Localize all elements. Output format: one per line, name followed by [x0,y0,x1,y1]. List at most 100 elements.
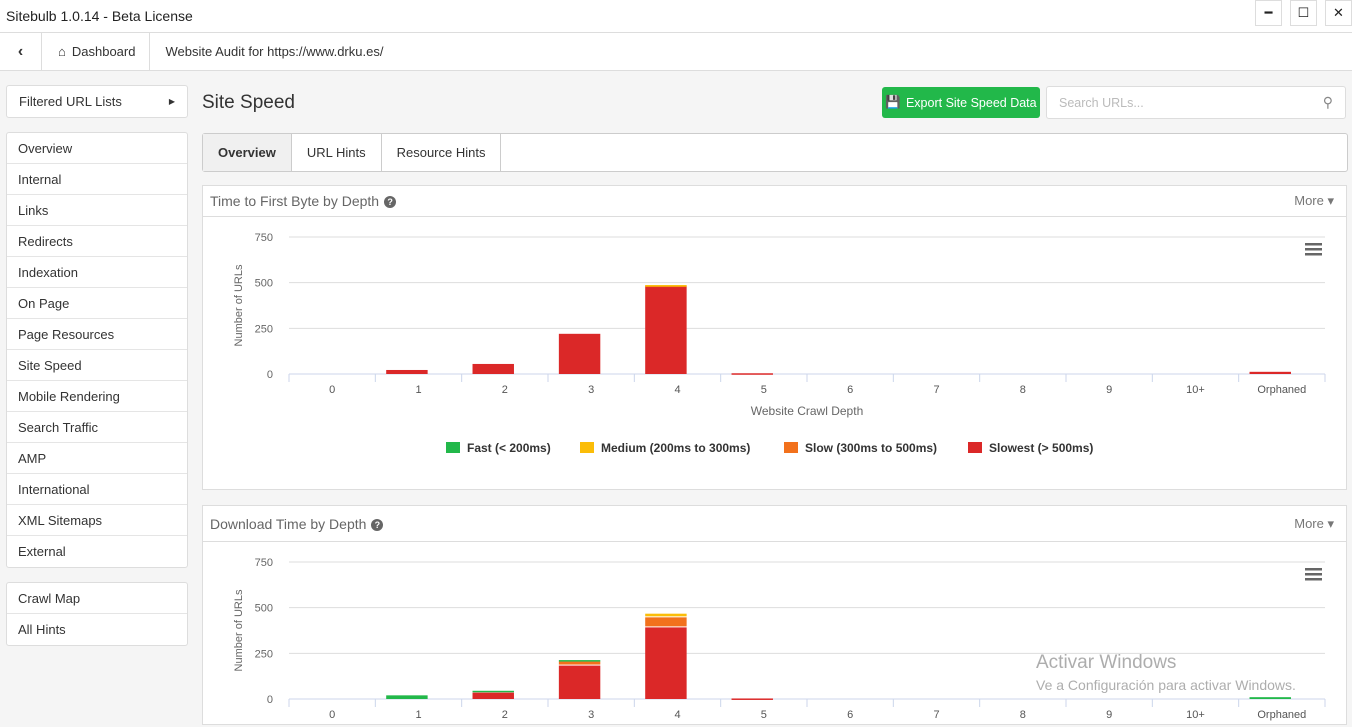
sidebar-item-redirects[interactable]: Redirects [7,226,187,257]
nav-bar: ‹ ⌂ Dashboard Website Audit for https://w… [0,33,1352,71]
legend-item: Fast (< 200ms) [467,441,551,455]
tab-url-hints[interactable]: URL Hints [292,134,382,171]
window-title: Sitebulb 1.0.14 - Beta License [6,8,193,24]
y-tick-label: 750 [255,232,273,244]
watermark-line2: Ve a Configuración para activar Windows. [1036,677,1296,693]
bar-segment [645,613,687,617]
legend-swatch [580,442,594,453]
back-button[interactable]: ‹ [0,33,42,70]
caret-right-icon: ▶ [168,97,175,106]
y-tick-label: 0 [267,369,273,381]
x-tick-label: 7 [933,384,939,396]
more-dropdown[interactable]: More ▾ [1294,516,1334,532]
legend-swatch [784,442,798,453]
x-tick-label: 4 [674,709,680,721]
sidebar-item-on-page[interactable]: On Page [7,288,187,319]
tab-overview[interactable]: Overview [203,134,292,171]
bar-segment [645,627,687,699]
export-label: Export Site Speed Data [905,95,1037,110]
bar-segment [731,373,773,375]
tabs: Overview URL Hints Resource Hints [202,133,1348,172]
y-axis-title: Number of URLs [233,264,245,346]
y-tick-label: 500 [255,603,273,615]
bar-segment [1249,371,1291,374]
bar-segment [645,617,687,627]
menu-icon [1305,248,1322,251]
bar-segment [386,369,428,374]
legend-swatch [446,442,460,453]
sidebar-item-crawl-map[interactable]: Crawl Map [7,583,187,614]
sidebar-item-mobile-rendering[interactable]: Mobile Rendering [7,381,187,412]
sidebar-item-external[interactable]: External [7,536,187,567]
y-tick-label: 250 [255,648,273,660]
y-tick-label: 250 [255,323,273,335]
sidebar-item-international[interactable]: International [7,474,187,505]
windows-watermark: Activar Windows Ve a Configuración para … [1036,652,1296,693]
bar-segment [731,698,773,700]
y-tick-label: 750 [255,557,273,569]
maximize-button[interactable]: ☐ [1290,0,1317,26]
x-tick-label: 1 [415,709,421,721]
x-tick-label: 2 [502,384,508,396]
sidebar-item-amp[interactable]: AMP [7,443,187,474]
chevron-left-icon: ‹ [17,42,24,60]
sidebar-item-internal[interactable]: Internal [7,164,187,195]
sidebar-menu-secondary: Crawl Map All Hints [6,582,188,646]
y-tick-label: 0 [267,694,273,706]
x-tick-label: 10+ [1186,384,1205,396]
sidebar-item-links[interactable]: Links [7,195,187,226]
x-tick-label: 8 [1020,384,1026,396]
search-placeholder: Search URLs... [1059,95,1144,110]
legend-item: Slowest (> 500ms) [989,441,1093,455]
sidebar: Filtered URL Lists ▶ Overview Internal Link… [6,85,188,660]
watermark-line1: Activar Windows [1036,652,1177,673]
download-chart: 0 250 500 750 Number of URLs 0 1 2 3 4 5 6 7 8 9 10+ Orp… [233,557,1326,721]
bar-segment [558,661,601,665]
minimize-button[interactable]: ━ [1255,0,1282,26]
x-tick-label: 7 [933,709,939,721]
x-tick-label: 6 [847,384,853,396]
sidebar-item-xml-sitemaps[interactable]: XML Sitemaps [7,505,187,536]
sidebar-item-site-speed[interactable]: Site Speed [7,350,187,381]
dashboard-link[interactable]: ⌂ Dashboard [42,33,151,70]
bar-segment [472,692,514,699]
panel-title: Download Time by Depth [210,515,367,532]
search-icon: ⚲ [1322,94,1333,110]
panel-title: Time to First Byte by Depth [210,193,380,209]
filtered-url-lists-button[interactable]: Filtered URL Lists ▶ [6,85,188,118]
home-icon: ⌂ [58,44,66,59]
tab-resource-hints[interactable]: Resource Hints [382,134,502,171]
dashboard-label: Dashboard [71,44,136,59]
y-tick-label: 500 [255,278,273,290]
bar-segment [472,690,514,693]
bar-segment [472,363,514,374]
sidebar-item-page-resources[interactable]: Page Resources [7,319,187,350]
x-tick-label: Orphaned [1257,384,1306,396]
x-tick-label: 6 [847,709,853,721]
x-tick-label: 2 [502,709,508,721]
sidebar-item-search-traffic[interactable]: Search Traffic [7,412,187,443]
x-tick-label: 3 [588,709,594,721]
sidebar-menu: Overview Internal Links Redirects Indexation… [6,132,188,568]
x-tick-label: 3 [588,384,594,396]
x-tick-label: 9 [1106,709,1112,721]
search-input[interactable]: Search URLs... ⚲ [1046,86,1346,119]
bar-segment [558,333,601,374]
more-dropdown[interactable]: More ▾ [1294,193,1334,209]
breadcrumb-audit: Website Audit for https://www.drku.es/ [165,44,384,59]
x-tick-label: 4 [674,384,680,396]
x-tick-label: 5 [761,709,767,721]
title-bar: Sitebulb 1.0.14 - Beta License ━ ☐ ✕ [0,0,1352,33]
close-button[interactable]: ✕ [1325,0,1352,26]
sidebar-item-all-hints[interactable]: All Hints [7,614,187,645]
menu-icon [1305,578,1322,581]
export-site-speed-button[interactable]: 💾 Export Site Speed Data [882,87,1040,118]
menu-icon [1305,243,1322,246]
bar-segment [558,660,601,662]
help-icon[interactable]: ? [384,196,397,209]
sidebar-item-overview[interactable]: Overview [7,133,187,164]
y-axis-title: Number of URLs [233,589,245,671]
sidebar-item-indexation[interactable]: Indexation [7,257,187,288]
help-icon[interactable]: ? [371,518,384,531]
x-tick-label: Orphaned [1257,709,1306,721]
